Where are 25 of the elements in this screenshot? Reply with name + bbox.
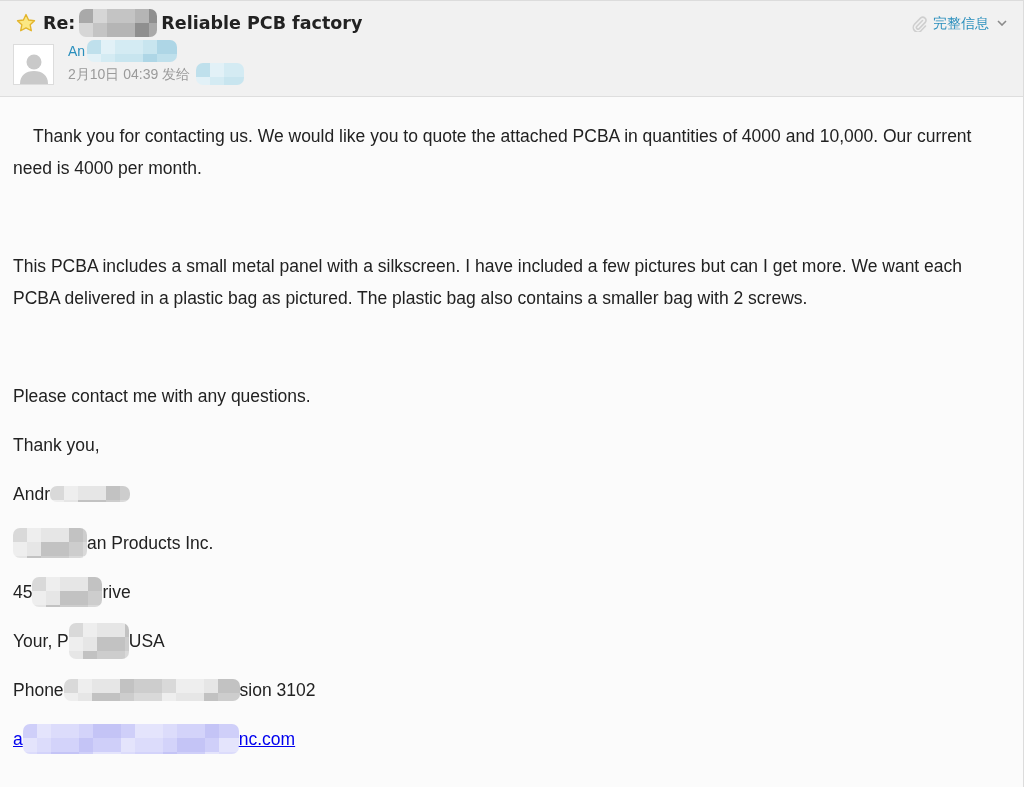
email-subject: Re: [43, 11, 76, 35]
signature-text: an Products Inc. [87, 531, 214, 555]
signature-text: USA [128, 629, 165, 653]
closing-text: Please contact me with any questions. [13, 385, 311, 408]
body-paragraph: This PCBA includes a small metal panel with a silkscreen. I have included a few pictures but can I get more. We want each PCBA delivered in a plastic bag as pictured. The plastic bag also contains a smaller bag with 2 screws. [13, 255, 964, 310]
avatar-silhouette-icon [13, 44, 54, 85]
email-link[interactable]: a [13, 725, 23, 753]
signature-text: rive [102, 580, 131, 604]
star-icon[interactable] [16, 13, 36, 33]
pixelated-redaction [32, 577, 103, 607]
signature-text: Andr [13, 482, 50, 506]
signature-text: sion 3102 [239, 678, 316, 702]
paperclip-icon [911, 14, 927, 32]
signature-text: 45 [13, 580, 33, 604]
sender-name: An [68, 41, 86, 61]
email-link[interactable]: nc.com [238, 725, 296, 753]
pixelated-redaction [68, 623, 129, 659]
chevron-down-icon[interactable] [997, 20, 1007, 26]
closing-text: Thank you, [13, 434, 100, 457]
pixelated-redaction [196, 63, 245, 85]
email-subject: Reliable PCB factory [161, 11, 363, 35]
sent-date: 2月10日 04:39 发给 [68, 64, 191, 84]
body-paragraph: Thank you for contacting us. We would like you to quote the attached PCBA in quantities of 4000 and 10,000. Our current need is 4000 per month. [13, 125, 973, 180]
signature-text: Phone [13, 678, 64, 702]
signature-text: Your, P [13, 629, 69, 653]
